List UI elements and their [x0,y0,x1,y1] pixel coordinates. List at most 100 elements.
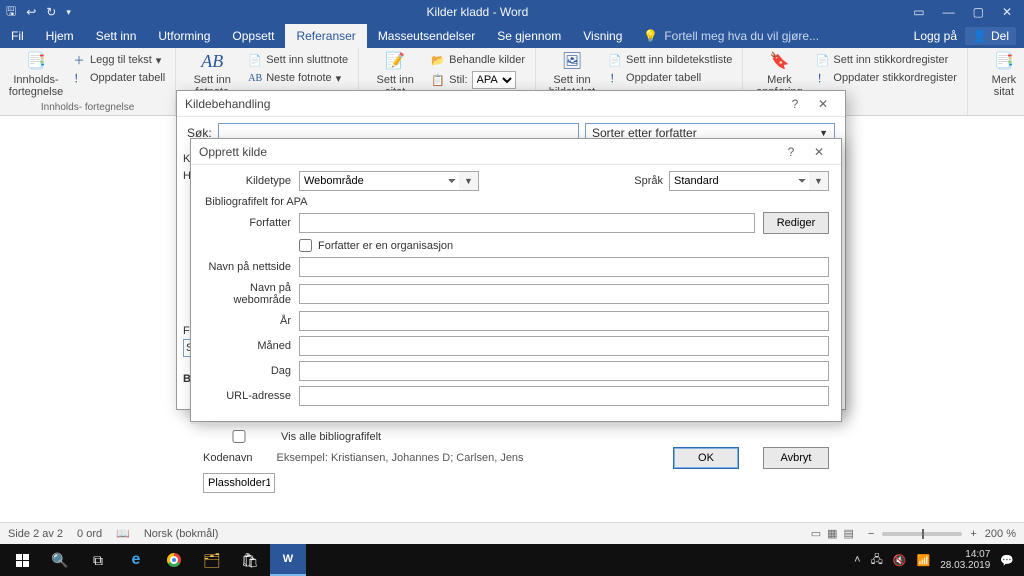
windows-icon [16,554,29,567]
add-text-button[interactable]: ＋Legg til tekst ▾ [70,52,167,68]
folder-icon: 📂 [431,53,445,67]
notifications-icon[interactable]: 💬 [1000,554,1014,567]
print-layout-icon[interactable]: ▦ [827,527,837,540]
network-icon[interactable]: 🖧 [871,551,883,570]
zoom-slider[interactable] [882,532,962,536]
tab-referanser[interactable]: Referanser [285,24,366,48]
author-label: Forfatter [203,217,299,229]
save-icon[interactable]: 🖫 [6,2,16,23]
tab-utforming[interactable]: Utforming [147,24,221,48]
explorer-button[interactable]: 🗂 [194,544,230,576]
edit-author-button[interactable]: Rediger [763,212,829,234]
month-input[interactable] [299,336,829,356]
word-count[interactable]: 0 ord [77,528,102,540]
tab-visning[interactable]: Visning [572,24,633,48]
tell-me[interactable]: 💡 Fortell meg hva du vil gjøre... [633,24,829,48]
volume-icon[interactable]: 🔇 [893,554,907,567]
insert-figure-list-button[interactable]: 📄Sett inn bildetekstliste [606,52,734,68]
share-button[interactable]: 👤 Del [965,27,1016,45]
next-footnote-button[interactable]: ABNeste fotnote ▾ [246,70,350,86]
toc-label: Innholds- fortegnelse [9,74,63,98]
list-icon: 📄 [815,53,829,67]
insert-index-button[interactable]: 📄Sett inn stikkordregister [813,52,959,68]
close-icon[interactable]: ✕ [1002,5,1012,19]
corporate-author-checkbox[interactable]: Forfatter er en organisasjon [299,239,453,252]
plus-icon: ＋ [72,53,86,67]
cancel-button[interactable]: Avbryt [763,447,829,469]
read-mode-icon[interactable]: ▭ [811,527,821,540]
list-icon: 📄 [608,53,622,67]
store-button[interactable]: 🛍 [232,544,268,576]
tab-oppsett[interactable]: Oppsett [221,24,285,48]
show-all-fields-check[interactable] [203,430,275,443]
refresh-icon: ！ [72,71,86,85]
url-input[interactable] [299,386,829,406]
source-type-select[interactable]: Webområde [299,171,459,191]
help-icon[interactable]: ? [777,145,805,159]
tab-fil[interactable]: Fil [0,24,35,48]
help-icon[interactable]: ? [781,97,809,111]
bibliography-section-label: Bibliografifelt for APA [205,196,829,208]
site-name-input[interactable] [299,284,829,304]
toc-button[interactable]: 📑 Innholds- fortegnelse [8,52,64,98]
undo-icon[interactable]: ↩ [26,5,36,19]
endnote-icon: 📄 [248,53,262,67]
show-all-fields-checkbox[interactable]: Vis alle bibliografifelt [203,430,381,443]
language-select[interactable]: Standard [669,171,809,191]
zoom-value[interactable]: 200 % [985,528,1016,540]
day-input[interactable] [299,361,829,381]
author-input[interactable] [299,213,755,233]
corporate-author-label: Forfatter er en organisasjon [318,240,453,252]
sign-in-link[interactable]: Logg på [914,29,957,43]
wifi-icon[interactable]: 📶 [917,554,931,567]
tab-se-gjennom[interactable]: Se gjennom [486,24,572,48]
create-source-title: Opprett kilde [199,145,777,159]
update-figure-table-button[interactable]: ！Oppdater tabell [606,70,734,86]
word-button[interactable]: W [270,544,306,576]
tray-chevron-icon[interactable]: ˄ [854,554,860,566]
language-indicator[interactable]: Norsk (bokmål) [144,528,219,540]
citation-style[interactable]: 📋Stil: APA [429,70,527,90]
chevron-down-icon[interactable]: ▼ [459,171,479,191]
corporate-author-check[interactable] [299,239,312,252]
manage-sources-button[interactable]: 📂Behandle kilder [429,52,527,68]
web-layout-icon[interactable]: ▤ [844,527,854,540]
year-input[interactable] [299,311,829,331]
ab-icon: AB [248,71,262,85]
close-icon[interactable]: ✕ [809,97,837,111]
chevron-down-icon[interactable]: ▼ [809,171,829,191]
redo-icon[interactable]: ↻ [46,5,56,19]
citation-style-select[interactable]: APA [472,71,516,89]
zoom-in-icon[interactable]: + [970,528,976,540]
task-view-button[interactable]: ⧉ [80,544,116,576]
spellcheck-icon[interactable]: 📖 [116,527,130,540]
zoom-out-icon[interactable]: − [868,528,874,540]
tab-hjem[interactable]: Hjem [35,24,85,48]
lightbulb-icon: 💡 [643,29,658,43]
insert-endnote-button[interactable]: 📄Sett inn sluttnote [246,52,350,68]
page-indicator[interactable]: Side 2 av 2 [8,528,63,540]
start-button[interactable] [4,544,40,576]
tagname-input[interactable] [203,473,275,493]
source-type-label: Kildetype [203,175,299,187]
show-all-fields-label: Vis alle bibliografifelt [281,431,381,443]
footnote-icon: AB [202,52,222,72]
chrome-button[interactable] [156,544,192,576]
clock[interactable]: 14:07 28.03.2019 [940,549,990,571]
edge-button[interactable]: e [118,544,154,576]
tab-sett-inn[interactable]: Sett inn [85,24,148,48]
maximize-icon[interactable]: ▢ [973,5,984,19]
search-button[interactable]: 🔍 [42,544,78,576]
close-icon[interactable]: ✕ [805,145,833,159]
mark-citation-button[interactable]: 📑 Merk sitat [976,52,1024,98]
ribbon-display-icon[interactable]: ▭ [913,5,924,19]
ok-button[interactable]: OK [673,447,739,469]
refresh-icon: ！ [608,71,622,85]
tell-me-label: Fortell meg hva du vil gjøre... [664,29,819,43]
update-table-button[interactable]: ！Oppdater tabell [70,70,167,86]
tab-masseutsendelser[interactable]: Masseutsendelser [367,24,486,48]
update-index-button[interactable]: ！Oppdater stikkordregister [813,70,959,86]
minimize-icon[interactable]: — [943,5,955,19]
month-label: Måned [203,340,299,352]
page-name-input[interactable] [299,257,829,277]
